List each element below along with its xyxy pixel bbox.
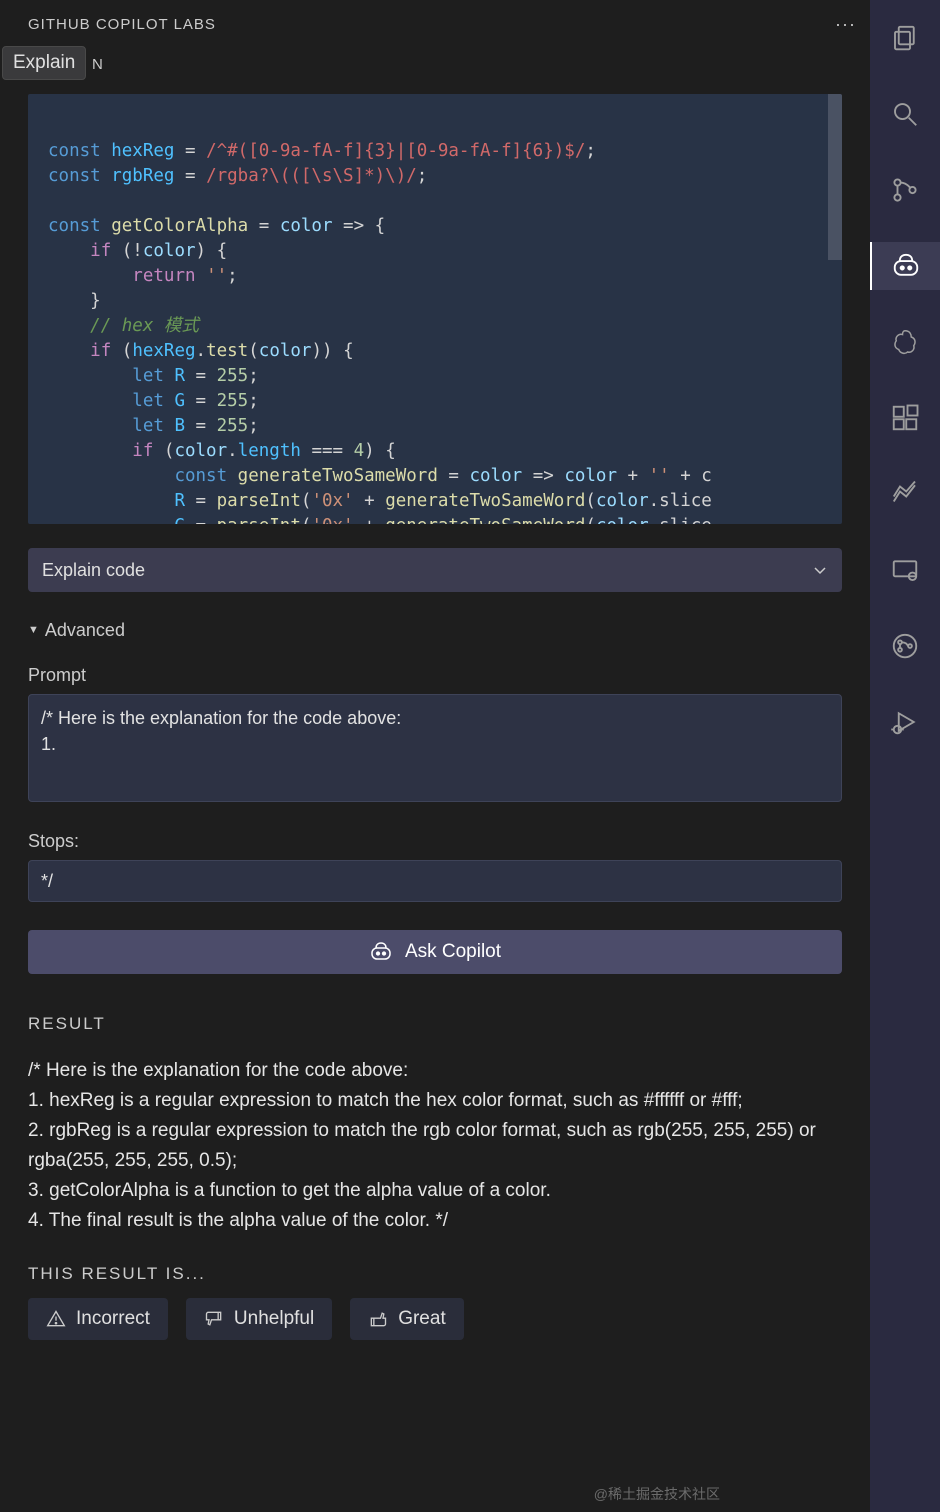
panel-main: GITHUB COPILOT LABS ··· N Explain const … xyxy=(0,0,870,1512)
panel-title: GITHUB COPILOT LABS xyxy=(28,16,216,33)
great-button[interactable]: Great xyxy=(350,1298,464,1340)
explain-section-header[interactable]: N xyxy=(0,48,870,80)
panel-body: const hexReg = /^#([0-9a-fA-f]{3}|[0-9a-… xyxy=(0,80,870,1512)
activity-bar xyxy=(870,0,940,1512)
graph-icon[interactable] xyxy=(870,470,940,518)
source-control-icon[interactable] xyxy=(870,166,940,214)
result-text: /* Here is the explanation for the code … xyxy=(28,1056,842,1236)
chevron-down-icon xyxy=(812,562,828,578)
result-title: RESULT xyxy=(28,1014,842,1034)
feedback-row: Incorrect Unhelpful Great xyxy=(28,1298,842,1340)
panel-header: GITHUB COPILOT LABS ··· xyxy=(0,0,870,48)
warning-icon xyxy=(46,1309,66,1329)
stops-label: Stops: xyxy=(28,831,842,852)
prompt-input[interactable] xyxy=(28,694,842,802)
feedback-title: THIS RESULT IS... xyxy=(28,1264,842,1284)
run-debug-icon[interactable] xyxy=(870,698,940,746)
copilot-tab[interactable] xyxy=(870,242,940,290)
action-select[interactable]: Explain code xyxy=(28,548,842,592)
explain-tooltip: Explain xyxy=(2,46,86,80)
ask-label: Ask Copilot xyxy=(405,941,501,963)
remote-icon[interactable] xyxy=(870,546,940,594)
more-icon[interactable]: ··· xyxy=(835,14,856,35)
code-scrollbar[interactable] xyxy=(828,94,842,260)
copilot-icon xyxy=(369,940,393,964)
ask-copilot-button[interactable]: Ask Copilot xyxy=(28,930,842,974)
thumbs-up-icon xyxy=(368,1309,388,1329)
thumbs-down-icon xyxy=(204,1309,224,1329)
search-icon[interactable] xyxy=(870,90,940,138)
unhelpful-button[interactable]: Unhelpful xyxy=(186,1298,332,1340)
incorrect-button[interactable]: Incorrect xyxy=(28,1298,168,1340)
select-label: Explain code xyxy=(42,560,145,581)
advanced-toggle[interactable]: ▼ Advanced xyxy=(28,620,842,641)
code-snippet: const hexReg = /^#([0-9a-fA-f]{3}|[0-9a-… xyxy=(28,94,842,524)
explorer-icon[interactable] xyxy=(870,14,940,62)
openai-icon[interactable] xyxy=(870,318,940,366)
watermark: @稀土掘金技术社区 xyxy=(594,1484,720,1504)
advanced-label: Advanced xyxy=(45,620,125,641)
git-graph-icon[interactable] xyxy=(870,622,940,670)
caret-down-icon: ▼ xyxy=(28,624,39,636)
extensions-icon[interactable] xyxy=(870,394,940,442)
stops-input[interactable] xyxy=(28,860,842,902)
prompt-label: Prompt xyxy=(28,665,842,686)
